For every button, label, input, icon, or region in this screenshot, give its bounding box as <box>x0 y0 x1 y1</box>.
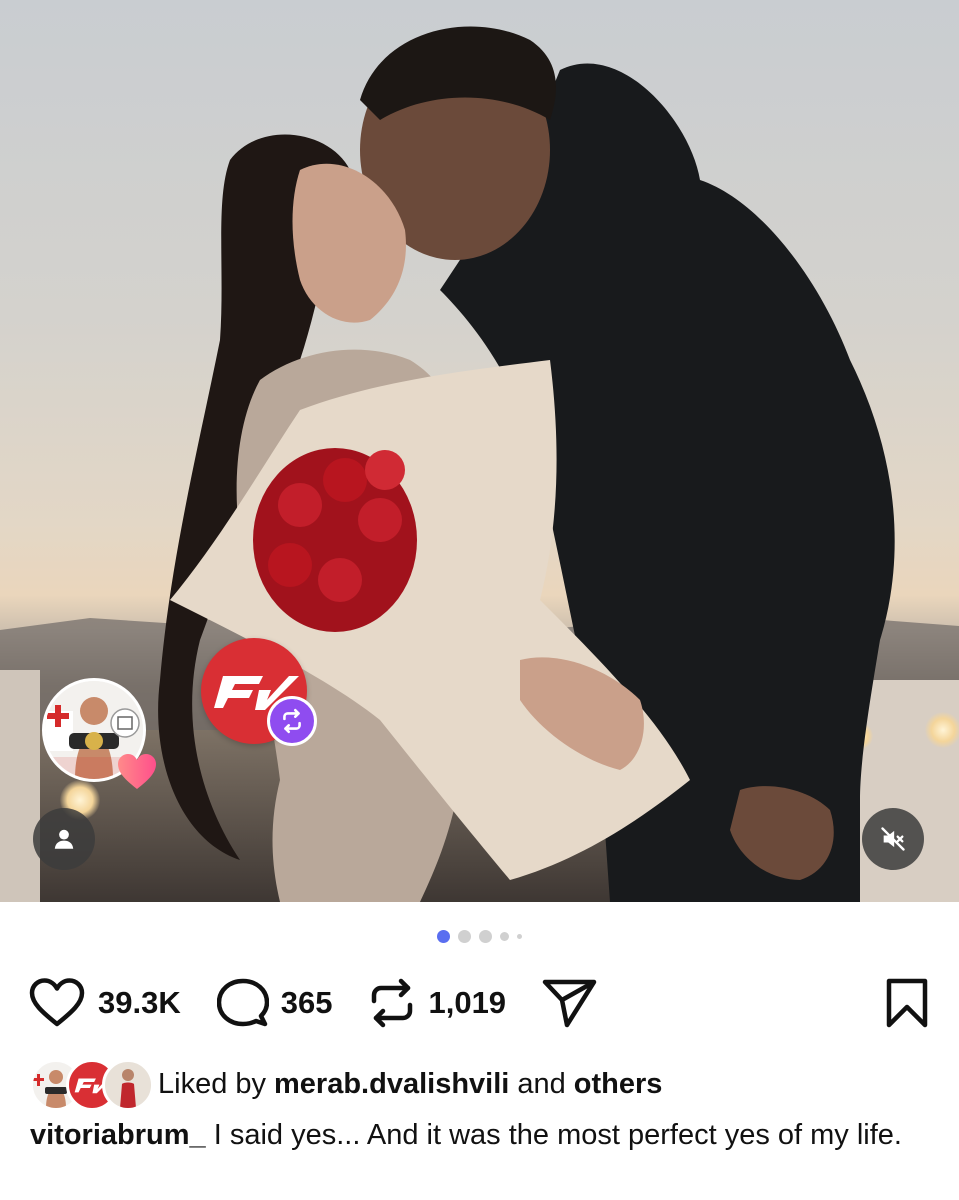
heart-icon[interactable] <box>28 977 86 1029</box>
liked-by-user[interactable]: merab.dvalishvili <box>274 1068 509 1101</box>
action-bar: 39.3K 365 1,019 <box>28 972 929 1034</box>
carousel-dot-active <box>437 930 450 943</box>
comment-icon[interactable] <box>216 977 269 1029</box>
liker-avatars[interactable] <box>30 1058 154 1111</box>
liked-by-others[interactable]: others <box>574 1068 663 1101</box>
repost-badge <box>267 696 317 746</box>
tagged-users-button[interactable] <box>33 808 95 870</box>
bookmark-icon[interactable] <box>885 978 929 1028</box>
liked-by-prefix: Liked by <box>158 1067 267 1100</box>
post-caption: vitoriabrum_ I said yes... And it was th… <box>30 1116 930 1154</box>
carousel-dot <box>479 930 492 943</box>
heart-badge-icon <box>118 754 156 789</box>
repost-action[interactable]: 1,019 <box>368 977 506 1029</box>
carousel-dot <box>458 930 471 943</box>
repost-arrows-icon[interactable] <box>368 977 416 1029</box>
repost-count[interactable]: 1,019 <box>428 985 506 1021</box>
fighter-avatar-icon <box>120 1069 136 1108</box>
like-action[interactable]: 39.3K <box>28 977 181 1029</box>
mute-button[interactable] <box>862 808 924 870</box>
post-photo[interactable] <box>0 0 959 902</box>
carousel-indicator <box>0 930 959 943</box>
liker-avatar <box>102 1059 154 1111</box>
person-icon <box>54 829 74 849</box>
carousel-dot <box>517 934 522 939</box>
like-count[interactable]: 39.3K <box>98 985 181 1021</box>
caption-username[interactable]: vitoriabrum_ <box>30 1119 206 1151</box>
speaker-muted-icon <box>881 827 905 851</box>
repost-icon <box>283 708 301 734</box>
carousel-dot <box>500 932 509 941</box>
caption-text: I said yes... And it was the most perfec… <box>213 1119 902 1151</box>
comment-action[interactable]: 365 <box>216 977 333 1029</box>
share-action[interactable] <box>542 977 598 1029</box>
liked-by-row: Liked by merab.dvalishvili and others <box>30 1058 663 1111</box>
liked-by-joiner: and <box>517 1067 566 1100</box>
comment-count[interactable]: 365 <box>281 985 333 1021</box>
send-icon[interactable] <box>542 977 598 1029</box>
save-action[interactable] <box>885 978 929 1028</box>
